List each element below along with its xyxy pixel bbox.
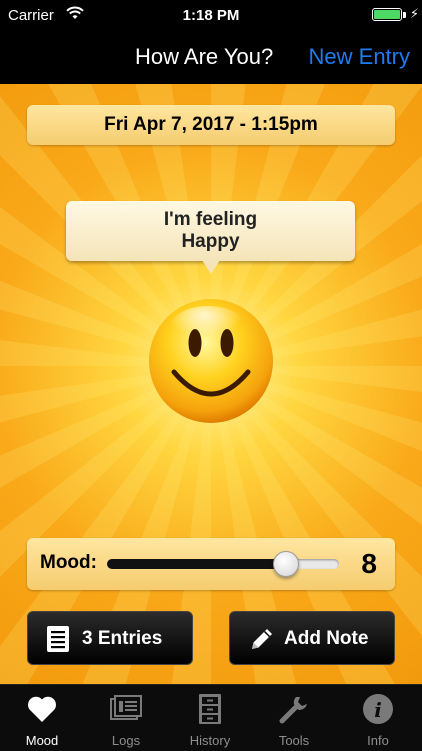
mood-slider-panel: Mood: 8 [27, 538, 395, 590]
battery-icon [372, 8, 402, 21]
entry-date-bar[interactable]: Fri Apr 7, 2017 - 1:15pm [27, 105, 395, 145]
mood-slider-thumb[interactable] [272, 551, 299, 577]
heart-icon [26, 693, 58, 725]
tab-label-tools: Tools [278, 733, 310, 748]
tab-label-logs: Logs [111, 733, 141, 748]
tab-logs[interactable]: Logs [84, 685, 168, 751]
feeling-prefix: I'm feeling [163, 209, 258, 230]
clock: 1:18 PM [182, 7, 240, 24]
add-note-button[interactable]: Add Note [229, 611, 395, 665]
svg-text:i: i [374, 698, 382, 722]
tab-tools[interactable]: Tools [252, 685, 336, 751]
feeling-speech-bubble: I'm feeling Happy [66, 201, 355, 274]
mood-slider[interactable] [107, 551, 339, 577]
add-note-button-label: Add Note [284, 628, 369, 649]
mood-value: 8 [361, 548, 377, 579]
document-icon [46, 625, 70, 659]
charging-bolt-icon: ⚡ [409, 6, 419, 21]
wrench-icon [278, 693, 310, 725]
navigation-bar: How Are You? New Entry [0, 30, 422, 84]
tab-history[interactable]: History [168, 685, 252, 751]
tab-bar: Mood Logs History Tools i Info [0, 684, 422, 751]
tab-info[interactable]: i Info [336, 685, 420, 751]
info-icon: i [362, 693, 394, 725]
entries-button-label: 3 Entries [82, 628, 163, 649]
tab-label-info: Info [367, 733, 389, 748]
page-title: How Are You? [135, 44, 274, 69]
new-entry-button[interactable]: New Entry [309, 44, 410, 70]
entries-button[interactable]: 3 Entries [27, 611, 193, 665]
mood-screen: Fri Apr 7, 2017 - 1:15pm I'm feeling Hap… [0, 84, 422, 684]
cabinet-icon [194, 693, 226, 725]
feeling-value: Happy [181, 231, 240, 252]
tab-label-mood: Mood [25, 733, 59, 748]
logs-icon [110, 693, 142, 725]
bubble-tail [202, 260, 220, 274]
status-bar: Carrier 1:18 PM ⚡ [0, 0, 422, 30]
mood-slider-fill [107, 559, 286, 569]
happy-face-icon[interactable] [148, 298, 274, 424]
tab-label-history: History [189, 733, 231, 748]
pencil-icon [248, 625, 276, 659]
tab-mood[interactable]: Mood [0, 685, 84, 751]
battery-tip [403, 12, 406, 18]
mood-label: Mood: [40, 552, 97, 573]
